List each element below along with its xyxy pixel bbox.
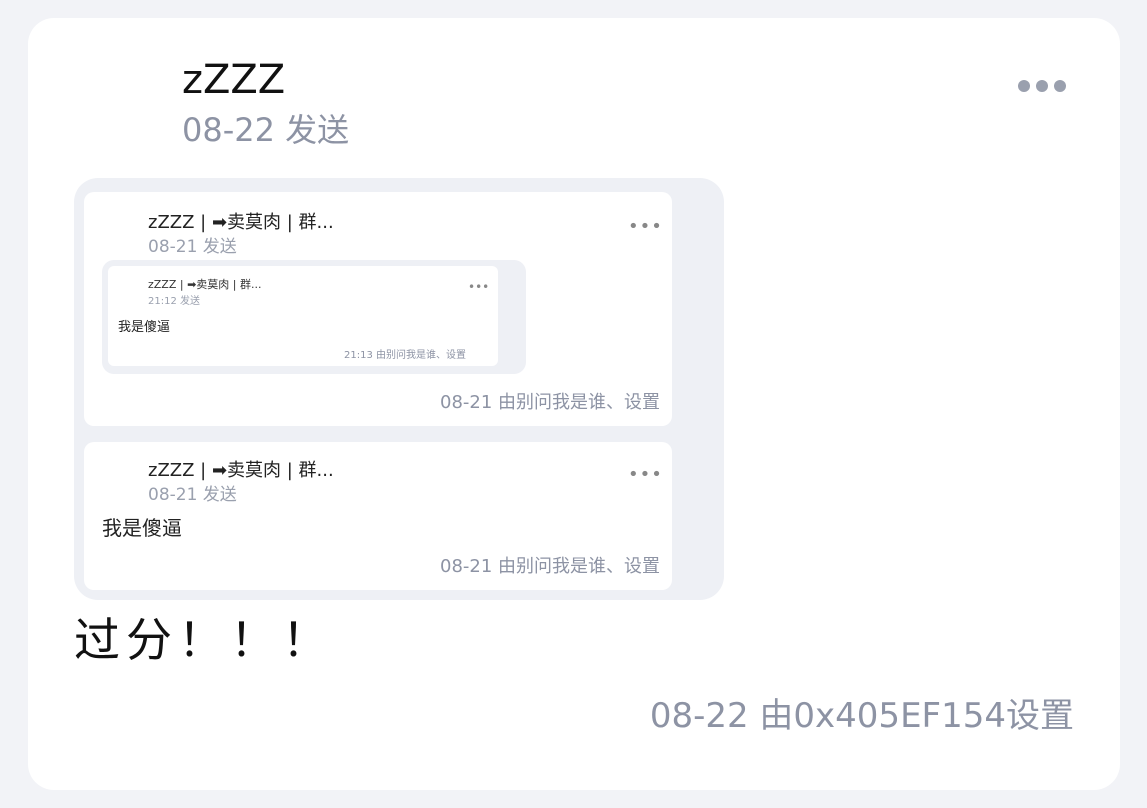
post-meta: 08-22 发送 [182, 111, 350, 149]
more-options-icon: ••• [468, 280, 490, 294]
avatar[interactable] [78, 58, 168, 148]
nested-footer: 21:13 由别问我是谁、设置 [344, 350, 466, 361]
quoted-card[interactable]: zZZZ | ➡卖莫肉 | 群... 08-21 发送 ••• 我是傻逼 08-… [84, 442, 672, 590]
quoted-author: zZZZ | ➡卖莫肉 | 群... [148, 460, 334, 481]
nested-card: zZZZ | ➡卖莫肉 | 群... 21:12 发送 ••• 我是傻逼 21:… [108, 266, 498, 366]
quoted-messages[interactable]: zZZZ | ➡卖莫肉 | 群... 08-21 发送 ••• zZZZ | ➡… [74, 178, 724, 600]
message-card: zZZZ 08-22 发送 zZZZ | ➡卖莫肉 | 群... 08-21 发… [28, 18, 1120, 790]
quoted-footer: 08-21 由别问我是谁、设置 [440, 556, 661, 577]
quoted-footer: 08-21 由别问我是谁、设置 [440, 392, 661, 413]
nested-body: 我是傻逼 [118, 320, 171, 335]
quoted-author: zZZZ | ➡卖莫肉 | 群... [148, 212, 334, 233]
quoted-meta: 08-21 发送 [148, 237, 237, 257]
nested-author: zZZZ | ➡卖莫肉 | 群... [148, 278, 262, 291]
message-footer: 08-22 由0x405EF154设置 [649, 696, 1074, 736]
quoted-card[interactable]: zZZZ | ➡卖莫肉 | 群... 08-21 发送 ••• zZZZ | ➡… [84, 192, 672, 426]
nested-quote[interactable]: zZZZ | ➡卖莫肉 | 群... 21:12 发送 ••• 我是傻逼 21:… [102, 260, 526, 374]
more-options-icon[interactable]: ••• [628, 464, 663, 485]
more-options-icon[interactable] [1018, 78, 1078, 94]
quoted-meta: 08-21 发送 [148, 485, 237, 505]
nested-meta: 21:12 发送 [148, 296, 200, 307]
more-options-icon[interactable]: ••• [628, 216, 663, 237]
message-body: 过分！！！ [74, 613, 334, 667]
quoted-body: 我是傻逼 [102, 516, 182, 540]
author-name[interactable]: zZZZ [182, 56, 285, 104]
